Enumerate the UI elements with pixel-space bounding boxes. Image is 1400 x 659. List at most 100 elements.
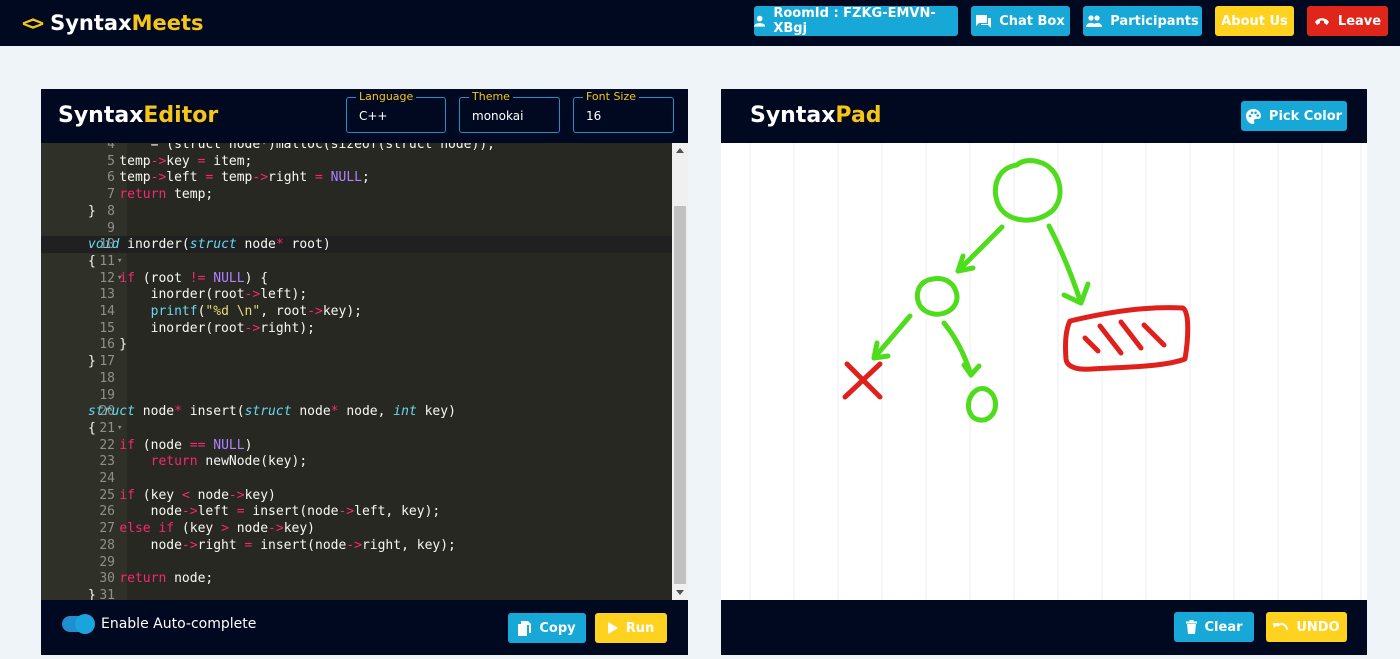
code-token: ; [361, 170, 370, 186]
code-line[interactable]: 5 temp->key = item; [41, 153, 672, 170]
code-line[interactable]: 26 node->left = insert(node->left, key); [41, 503, 672, 520]
clear-button[interactable]: Clear [1174, 612, 1254, 642]
code-token: -> [150, 170, 167, 186]
code-line[interactable]: 21 ▾ { [41, 420, 672, 437]
right-edge-stroke [1046, 223, 1084, 306]
red-marks-sketch [842, 305, 1191, 400]
code-token: void [88, 237, 120, 253]
code-line[interactable]: 12 ▾ if (root != NULL) { [41, 270, 672, 287]
root-node-circle [992, 158, 1063, 223]
code-token: if [119, 437, 135, 453]
code-token: return [119, 187, 167, 203]
code-token: -> [244, 287, 261, 303]
theme-select[interactable]: Theme monokai [459, 91, 560, 133]
code-line[interactable]: 30 return node; [41, 570, 672, 587]
code-line[interactable]: 13 inorder(root->left); [41, 286, 672, 303]
left-edge-stroke [955, 224, 1005, 274]
code-line[interactable]: 4 = (struct node*)malloc(sizeof(struct n… [41, 143, 672, 153]
code-token: -> [346, 537, 362, 553]
chat-box-label: Chat Box [999, 13, 1065, 29]
chat-box-button[interactable]: Chat Box [971, 6, 1070, 36]
code-line[interactable]: 18 [41, 370, 672, 387]
room-id-button[interactable]: RoomId : FZKG-EMVN-XBgj [754, 6, 958, 36]
participants-button[interactable]: Participants [1083, 6, 1202, 36]
left-child-circle [914, 276, 960, 317]
language-value: C++ [359, 109, 388, 123]
code-line[interactable]: 25 if (key < node->key) [41, 487, 672, 504]
code-line[interactable]: 28 node->right = insert(node->right, key… [41, 537, 672, 554]
code-token: right [197, 537, 245, 553]
language-select[interactable]: Language C++ [346, 91, 446, 133]
app-name: SyntaxMeets [50, 11, 204, 35]
font-size-select[interactable]: Font Size 16 [573, 91, 674, 133]
copy-button[interactable]: Copy [508, 613, 586, 643]
code-token: key) [283, 521, 316, 537]
code-line[interactable]: 22 if (node == NULL) [41, 437, 672, 454]
code-text: return newNode(key); [88, 453, 308, 470]
code-token: = (struct node*)malloc(sizeof(struct nod… [88, 143, 495, 152]
code-token: return [150, 454, 198, 470]
code-line[interactable]: 23 return newNode(key); [41, 453, 672, 470]
code-line[interactable]: 14 printf("%d \n", root->key); [41, 303, 672, 320]
leave-label: Leave [1337, 13, 1382, 29]
code-line[interactable]: 6 temp->left = temp->right = NULL; [41, 169, 672, 186]
code-line[interactable]: 10 void inorder(struct node* root) [41, 236, 672, 254]
code-token: , root [260, 304, 308, 319]
code-line[interactable]: 24 [41, 470, 672, 487]
code-token: -> [181, 537, 198, 553]
undo-icon [1273, 622, 1289, 630]
code-token: newNode(key); [197, 454, 308, 470]
code-line[interactable]: 15 inorder(root->right); [41, 320, 672, 337]
language-label: Language [356, 91, 417, 103]
editor-scrollbar[interactable] [672, 143, 688, 600]
about-us-button[interactable]: About Us [1215, 6, 1294, 36]
app-logo[interactable]: <> SyntaxMeets [22, 8, 204, 38]
run-label: Run [625, 620, 655, 636]
code-line[interactable]: 27 else if (key > node->key) [41, 520, 672, 537]
code-editor[interactable]: 4 = (struct node*)malloc(sizeof(struct n… [41, 143, 688, 600]
code-token: return [119, 571, 167, 587]
fold-arrow-icon[interactable]: ▾ [117, 253, 122, 270]
code-line[interactable]: 8} [41, 203, 672, 220]
code-token: } [88, 203, 96, 219]
line-number: 18 [99, 370, 115, 386]
code-token: ) { [244, 270, 269, 286]
code-line[interactable]: 9 [41, 220, 672, 237]
leave-button[interactable]: Leave [1307, 6, 1388, 36]
code-line[interactable]: 7 return temp; [41, 186, 672, 203]
fold-arrow-icon[interactable]: ▾ [117, 420, 122, 437]
run-button[interactable]: Run [595, 613, 667, 643]
code-text: void inorder(struct node* root) [88, 236, 331, 253]
code-text: } [88, 353, 96, 370]
code-token: right [268, 170, 316, 186]
code-line[interactable]: 19 [41, 387, 672, 404]
code-text: = (struct node*)malloc(sizeof(struct nod… [88, 143, 495, 153]
line-number: 24 [99, 471, 115, 486]
code-token: "%d \n" [205, 304, 261, 319]
code-token: node [236, 237, 276, 253]
code-token: -> [244, 320, 261, 336]
code-line[interactable]: 20 struct node* insert(struct node* node,… [41, 403, 672, 420]
code-token: } [88, 354, 96, 370]
code-line[interactable]: 16 } [41, 336, 672, 353]
undo-button[interactable]: UNDO [1266, 612, 1347, 642]
copy-icon [518, 620, 532, 636]
scroll-down-arrow-icon[interactable] [676, 590, 684, 595]
code-line[interactable]: 29 [41, 554, 672, 571]
autocomplete-toggle[interactable] [62, 614, 95, 634]
drawing-canvas[interactable] [721, 143, 1367, 600]
code-token: if [119, 487, 135, 503]
code-token: item; [205, 153, 253, 169]
theme-value: monokai [472, 109, 524, 123]
code-line[interactable]: 31} [41, 587, 672, 600]
pick-color-button[interactable]: Pick Color [1241, 101, 1347, 131]
code-line[interactable]: 17} [41, 353, 672, 370]
code-line[interactable]: 11 ▾ { [41, 253, 672, 270]
toggle-knob [75, 614, 95, 634]
scroll-up-arrow-icon[interactable] [676, 148, 684, 153]
code-text: } [88, 336, 127, 353]
scroll-thumb[interactable] [674, 206, 686, 584]
